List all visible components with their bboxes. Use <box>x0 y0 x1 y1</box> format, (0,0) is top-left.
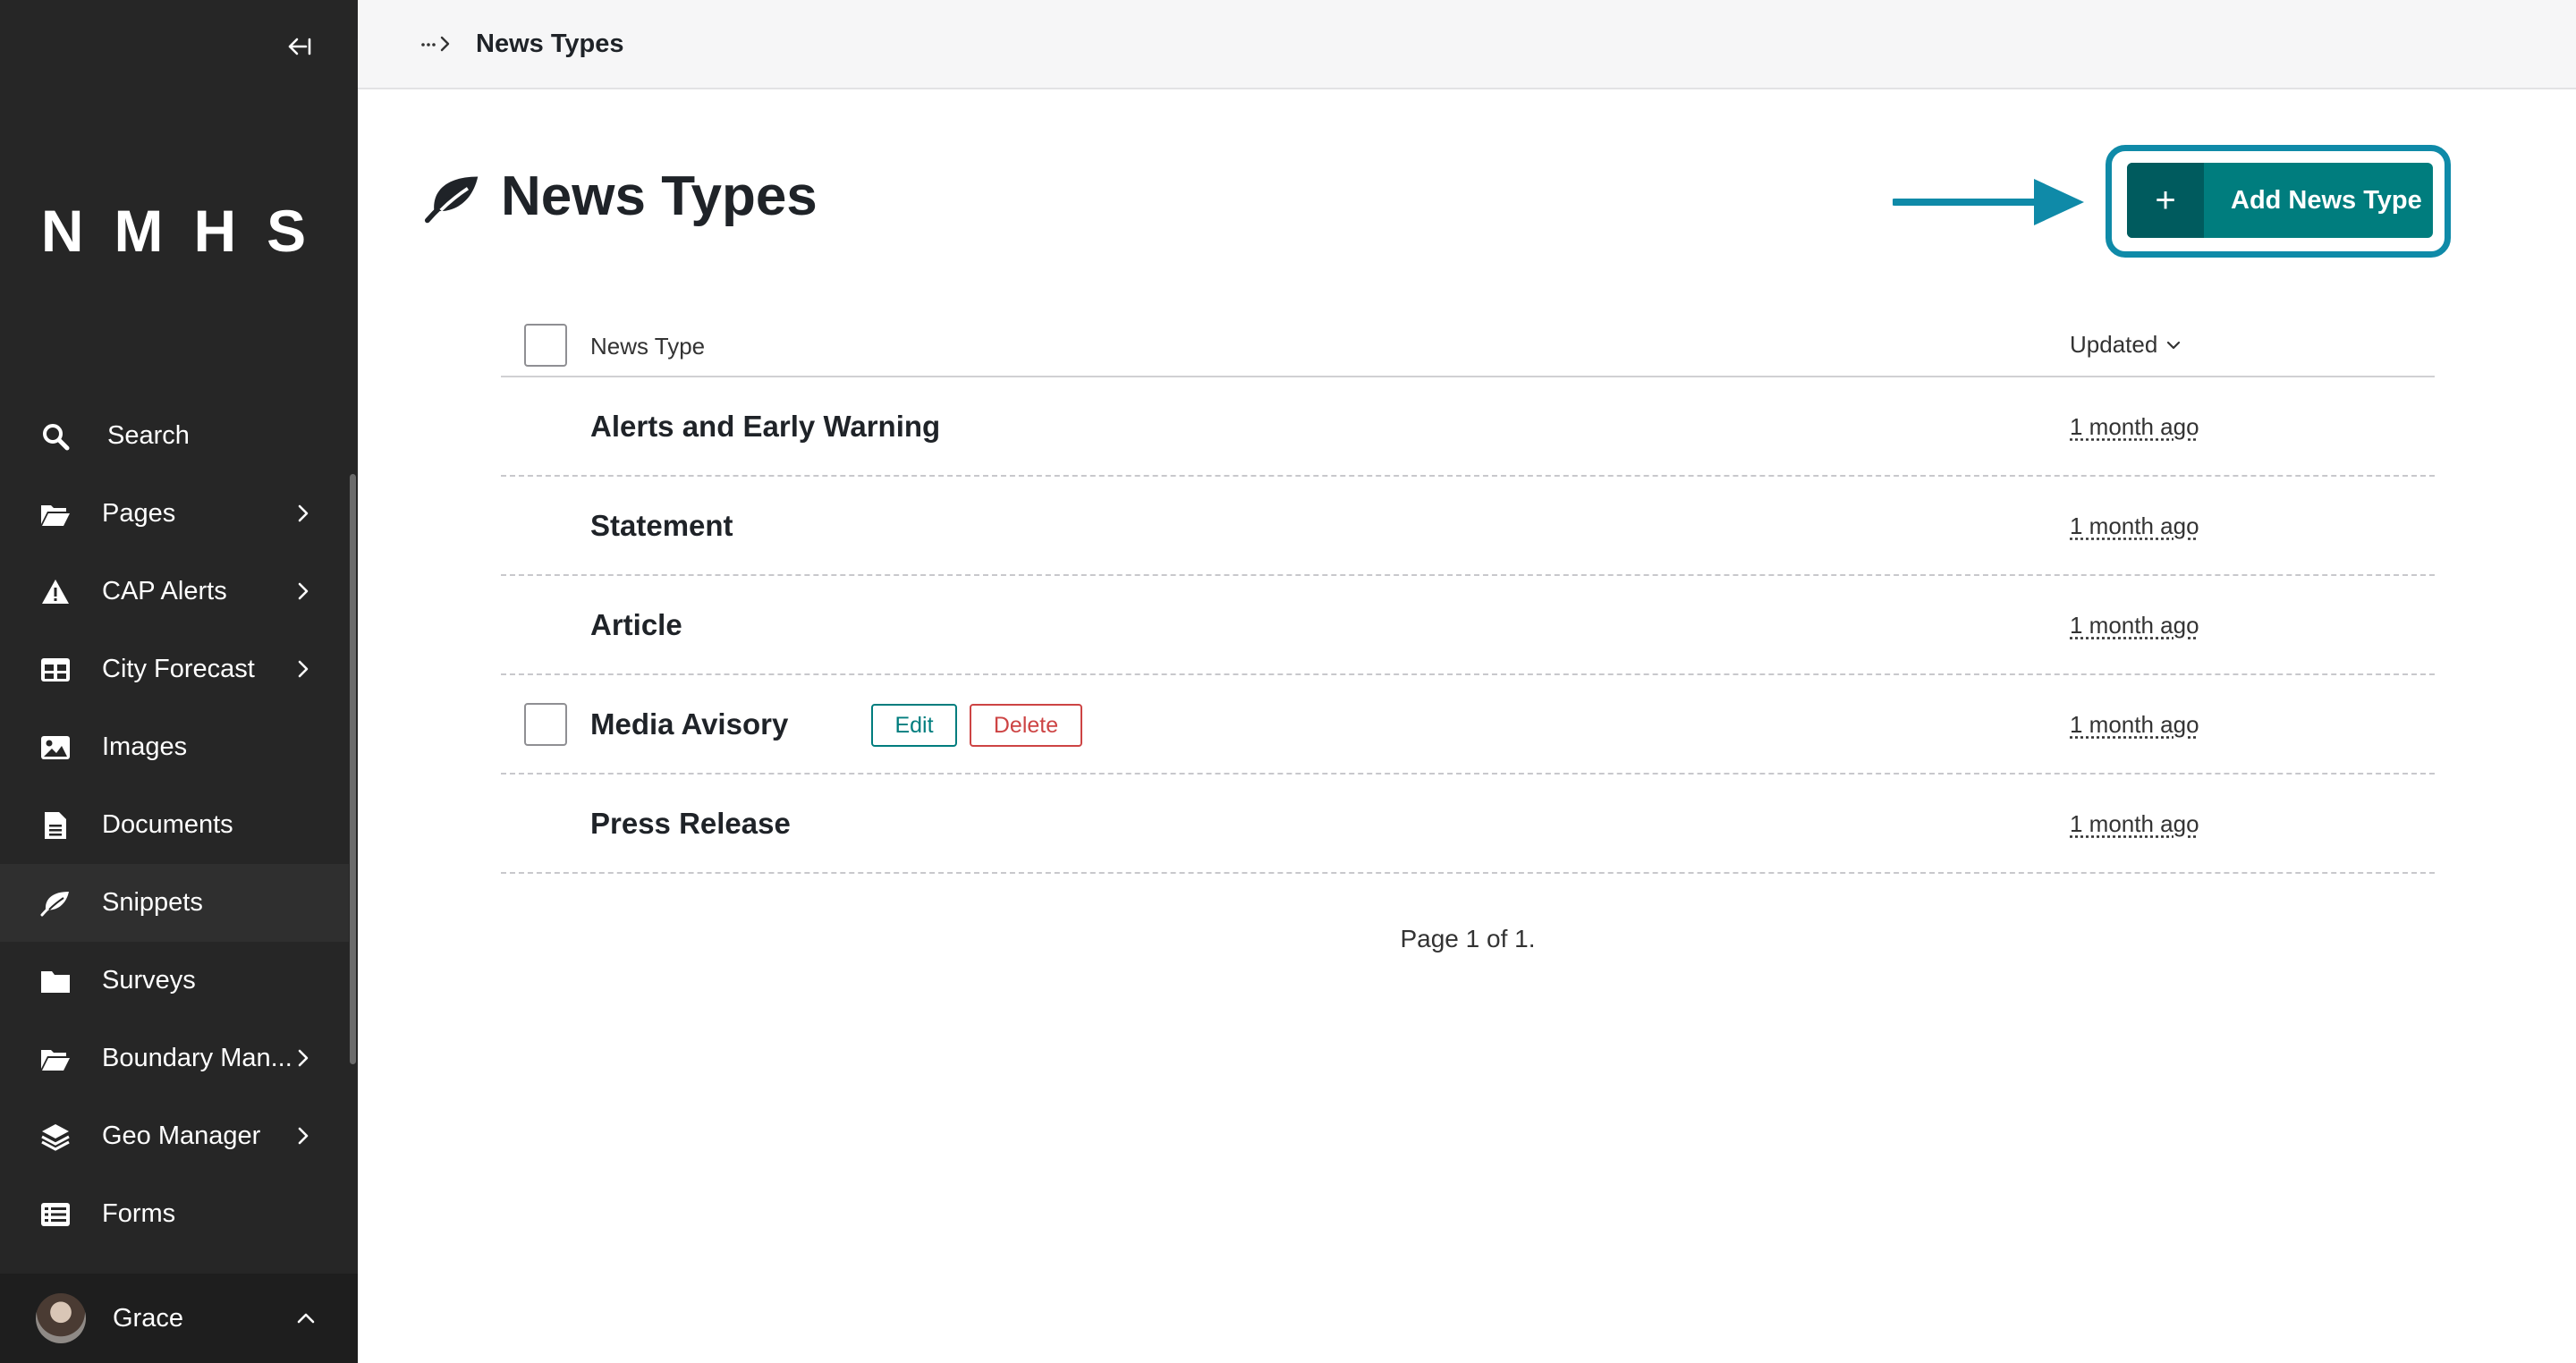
table-row[interactable]: Article 1 month ago <box>501 576 2435 675</box>
sidebar-item-label: Snippets <box>102 888 203 917</box>
logo[interactable]: NMHS <box>0 197 358 265</box>
sidebar-item-documents[interactable]: Documents <box>0 786 349 864</box>
sidebar-scrollbar[interactable] <box>350 474 356 1064</box>
column-header-news-type: News Type <box>590 333 706 360</box>
layers-icon <box>39 1121 72 1153</box>
column-header-updated[interactable]: Updated <box>2070 331 2184 359</box>
sidebar-item-label: City Forecast <box>102 655 255 683</box>
sidebar-item-geo-manager[interactable]: Geo Manager <box>0 1097 349 1175</box>
search-icon <box>39 420 72 453</box>
row-title-link[interactable]: Statement <box>590 509 733 543</box>
table-row[interactable]: Media Avisory Edit Delete 1 month ago <box>501 675 2435 775</box>
sidebar-item-images[interactable]: Images <box>0 708 349 786</box>
sidebar-item-label: Forms <box>102 1199 176 1228</box>
news-types-table: News Type Updated Alerts and Early Warni… <box>501 313 2435 874</box>
row-title-link[interactable]: Alerts and Early Warning <box>590 410 940 444</box>
snippet-icon <box>424 176 479 224</box>
table-header: News Type Updated <box>501 313 2435 377</box>
sidebar-item-search[interactable]: Search <box>0 397 349 475</box>
sidebar-item-label: Images <box>102 732 188 761</box>
sidebar-item-snippets[interactable]: Snippets <box>0 864 349 942</box>
sidebar-item-label: Pages <box>102 499 176 528</box>
avatar <box>36 1293 86 1343</box>
chevron-right-icon <box>292 1045 315 1071</box>
plus-icon: + <box>2127 163 2204 238</box>
row-title-link[interactable]: Media Avisory <box>590 707 788 741</box>
breadcrumb-current: News Types <box>476 29 624 58</box>
annotation-arrow-icon <box>1893 179 2084 225</box>
row-updated: 1 month ago <box>2070 413 2199 440</box>
list-icon <box>39 1198 72 1231</box>
breadcrumb-expand-button[interactable] <box>419 26 454 62</box>
user-name: Grace <box>113 1303 183 1333</box>
chevron-up-icon <box>293 1306 318 1331</box>
sidebar-item-label: CAP Alerts <box>102 577 227 605</box>
delete-button[interactable]: Delete <box>970 704 1082 747</box>
table-row[interactable]: Alerts and Early Warning 1 month ago <box>501 377 2435 477</box>
sidebar-item-forms[interactable]: Forms <box>0 1175 349 1253</box>
row-updated: 1 month ago <box>2070 810 2199 837</box>
add-news-type-button[interactable]: + Add News Type <box>2127 163 2433 238</box>
row-updated: 1 month ago <box>2070 711 2199 738</box>
sidebar: NMHS Search Pages CAP Alerts City Foreca… <box>0 0 358 1363</box>
sidebar-item-label: Geo Manager <box>102 1122 261 1150</box>
sidebar-nav: Search Pages CAP Alerts City Forecast Im… <box>0 397 349 1253</box>
folder-open-icon <box>39 498 72 530</box>
row-updated: 1 month ago <box>2070 512 2199 539</box>
snippet-icon <box>39 887 72 919</box>
sidebar-item-boundary-manager[interactable]: Boundary Man... <box>0 1020 349 1097</box>
table-row[interactable]: Statement 1 month ago <box>501 477 2435 576</box>
page-title: News Types <box>501 165 818 227</box>
folder-open-icon <box>39 1043 72 1075</box>
chevron-right-icon <box>292 578 315 605</box>
pagination-text: Page 1 of 1. <box>1400 925 1536 952</box>
document-icon <box>39 809 72 842</box>
edit-button[interactable]: Edit <box>871 704 957 747</box>
breadcrumb: News Types <box>358 0 2576 89</box>
image-icon <box>39 732 72 764</box>
warning-icon <box>39 576 72 608</box>
row-title-link[interactable]: Article <box>590 608 682 642</box>
add-news-type-label: Add News Type <box>2231 185 2422 215</box>
sidebar-item-surveys[interactable]: Surveys <box>0 942 349 1020</box>
chevron-right-icon <box>292 500 315 527</box>
sidebar-item-label: Surveys <box>102 966 196 995</box>
table-row[interactable]: Press Release 1 month ago <box>501 775 2435 874</box>
sidebar-item-label: Documents <box>102 810 233 839</box>
user-menu-toggle[interactable]: Grace <box>0 1274 358 1363</box>
folder-icon <box>39 965 72 997</box>
collapse-left-icon <box>288 38 311 55</box>
chevron-right-icon <box>292 1122 315 1149</box>
table-icon <box>39 654 72 686</box>
row-updated: 1 month ago <box>2070 612 2199 639</box>
collapse-sidebar-button[interactable] <box>279 27 318 66</box>
sidebar-item-label: Search <box>107 421 190 450</box>
sidebar-item-city-forecast[interactable]: City Forecast <box>0 631 349 708</box>
breadcrumb-expand-icon <box>421 36 450 52</box>
row-title-link[interactable]: Press Release <box>590 807 791 841</box>
select-all-checkbox[interactable] <box>524 324 567 367</box>
sort-descending-icon <box>2166 336 2184 354</box>
row-checkbox[interactable] <box>524 703 567 746</box>
sidebar-item-pages[interactable]: Pages <box>0 475 349 553</box>
sidebar-item-cap-alerts[interactable]: CAP Alerts <box>0 553 349 631</box>
sidebar-item-label: Boundary Man... <box>102 1044 292 1072</box>
chevron-right-icon <box>292 656 315 682</box>
column-header-updated-label: Updated <box>2070 331 2158 358</box>
